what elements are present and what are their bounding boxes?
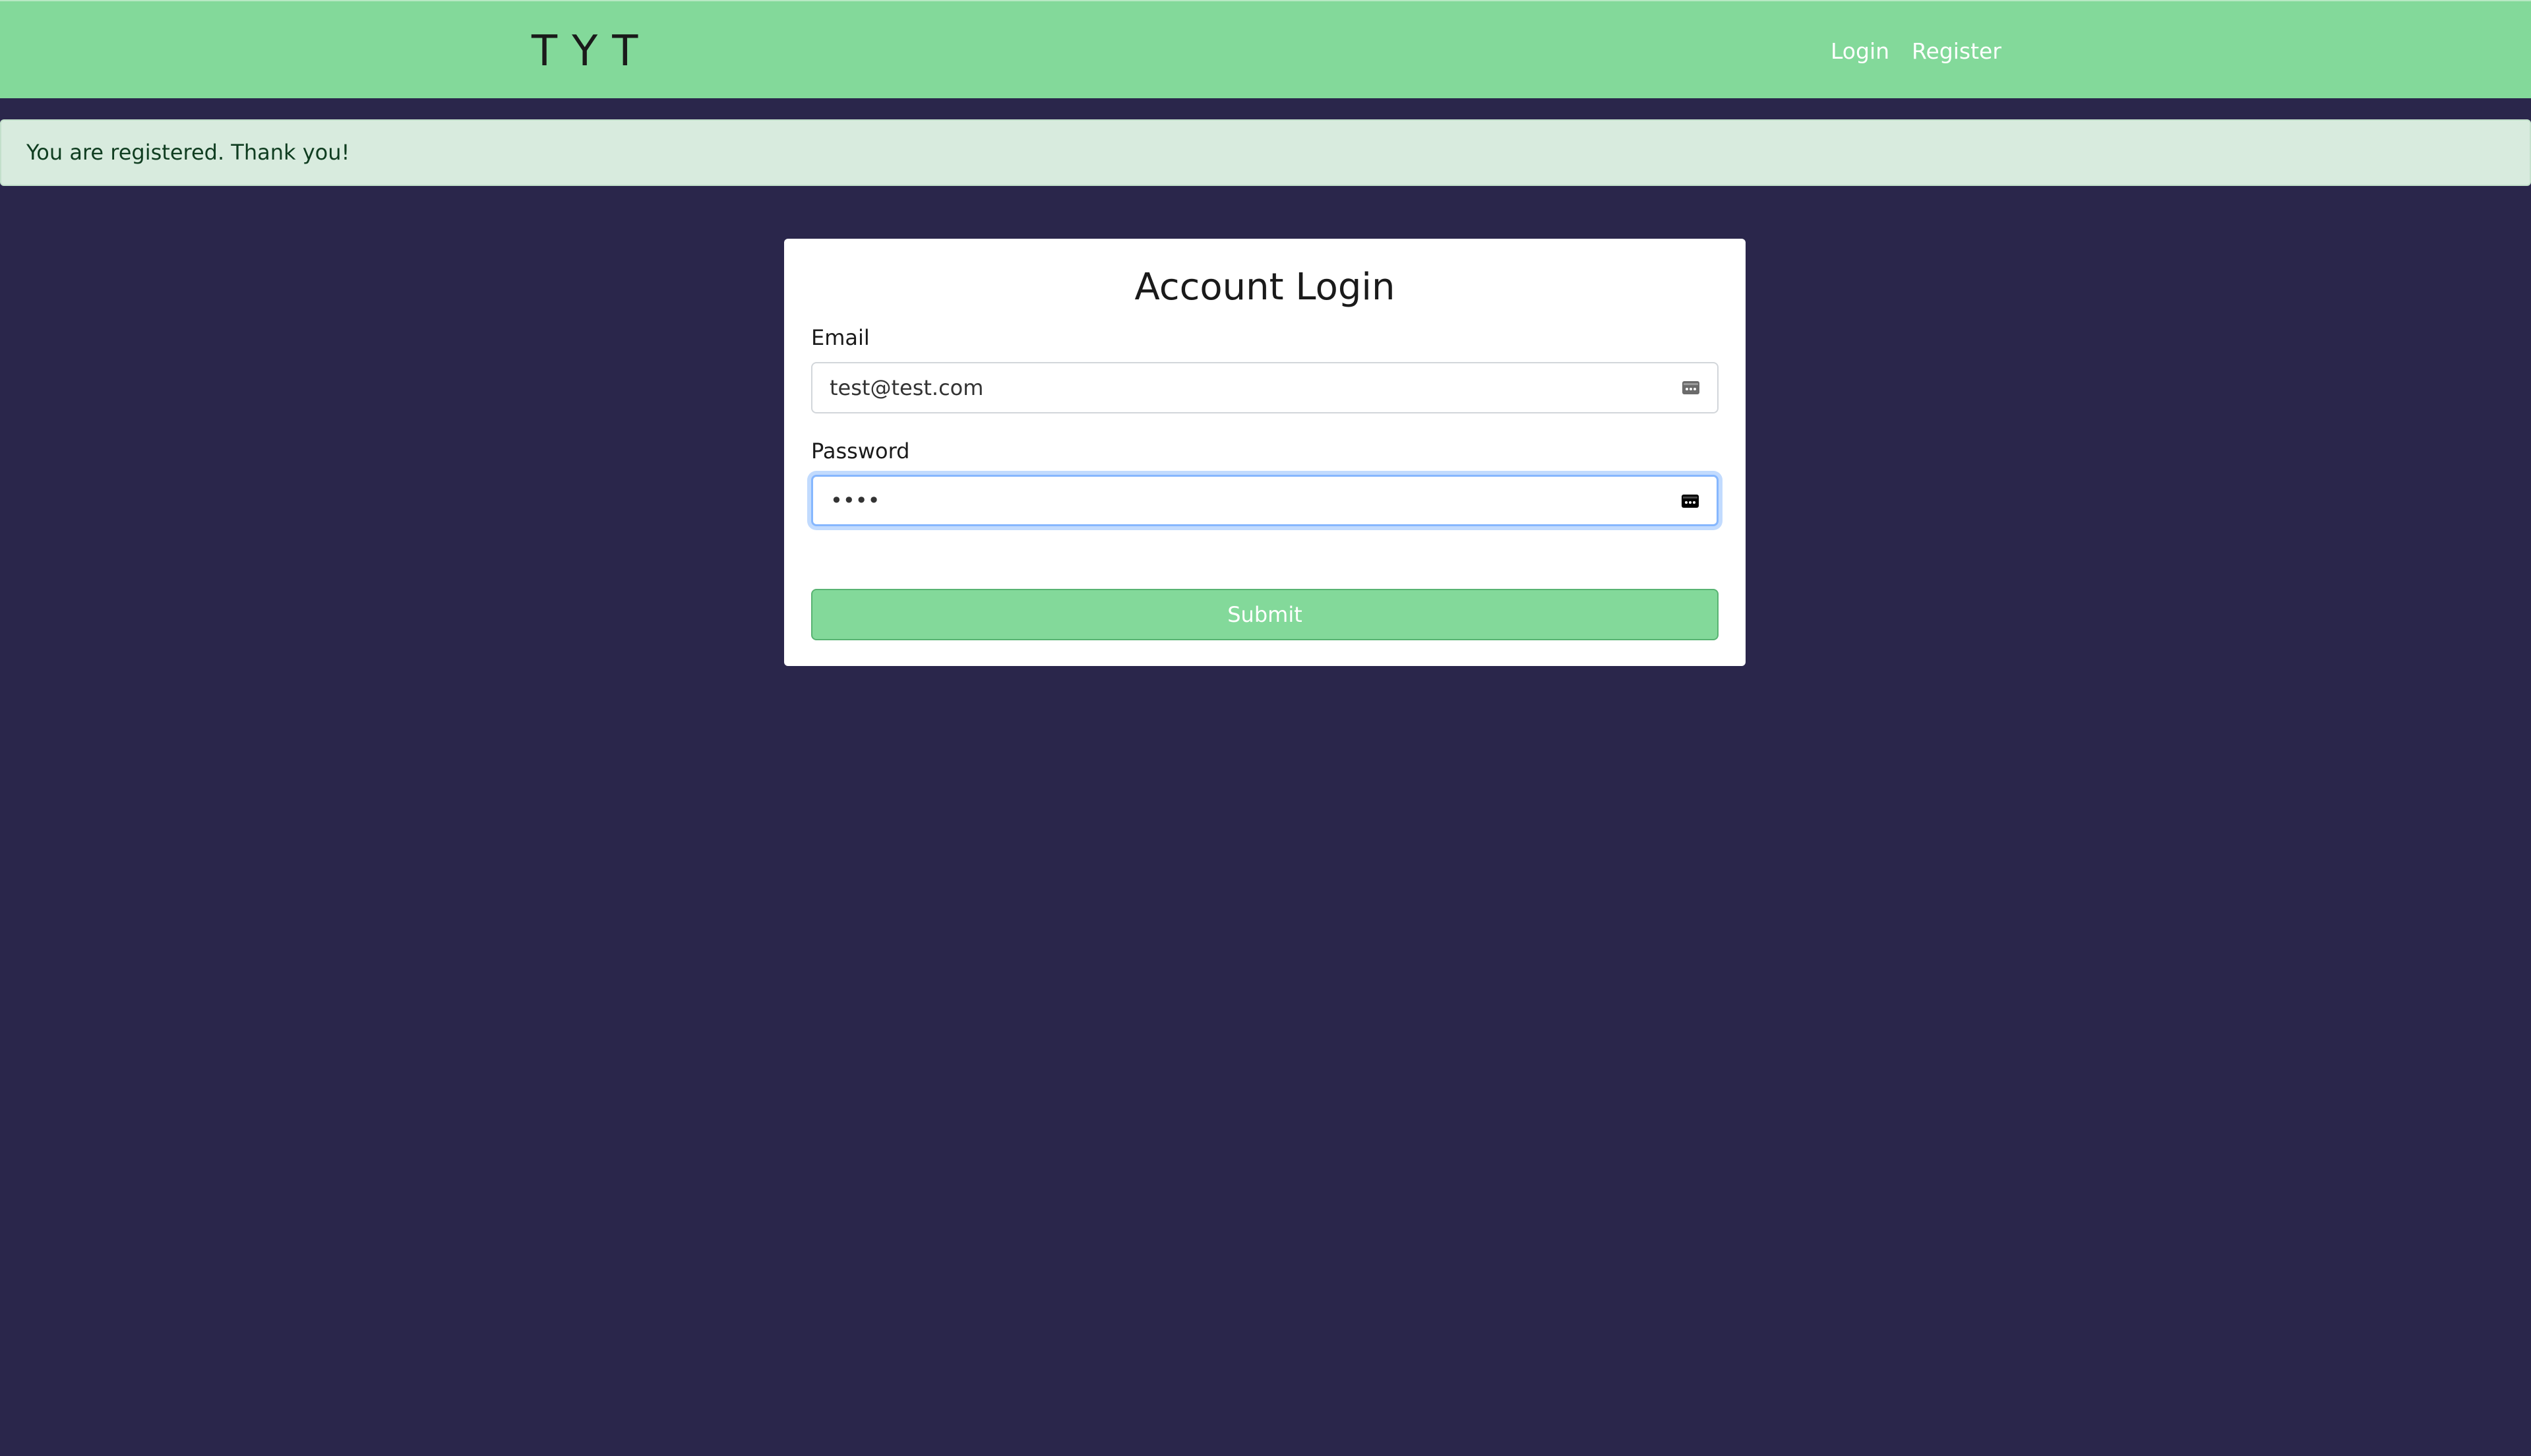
success-alert: You are registered. Thank you! [0, 119, 2531, 186]
nav-link-login[interactable]: Login [1831, 36, 1889, 67]
password-label: Password [811, 439, 910, 464]
nav-links: Login Register [1831, 36, 2001, 67]
password-manager-key-icon[interactable] [1681, 493, 1699, 510]
email-label: Email [811, 325, 870, 350]
password-manager-key-icon[interactable] [1682, 379, 1700, 396]
top-navbar: TYT Login Register [0, 0, 2531, 98]
password-field[interactable] [813, 477, 1717, 524]
email-field-wrapper [811, 362, 1719, 413]
submit-button[interactable]: Submit [811, 589, 1719, 640]
nav-link-register[interactable]: Register [1912, 36, 2001, 67]
login-card: Account Login Email Password Submit [784, 239, 1746, 666]
password-field-wrapper [811, 475, 1719, 526]
brand-logo[interactable]: TYT [532, 25, 652, 78]
page-title: Account Login [1134, 266, 1395, 309]
email-field[interactable] [812, 363, 1717, 412]
